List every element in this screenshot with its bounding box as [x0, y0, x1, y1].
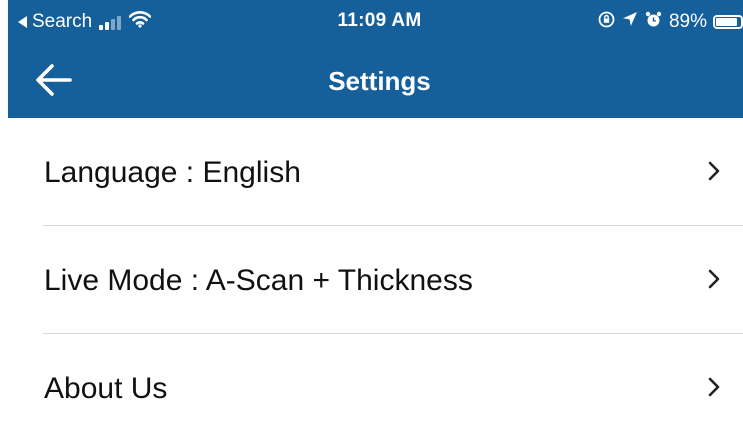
- battery-percent: 89%: [668, 11, 707, 32]
- settings-screen: Search 11:09 AM 89% Settings Language: …: [0, 0, 743, 441]
- settings-item-label: About Us: [44, 372, 168, 405]
- status-right-indicators: 89%: [591, 9, 743, 35]
- chevron-right-icon: [708, 269, 720, 289]
- chevron-right-icon: [708, 161, 720, 181]
- battery-level-fill: [716, 18, 738, 26]
- location-icon: [622, 11, 638, 33]
- settings-item-label: Language : English: [44, 156, 301, 189]
- alarm-icon: [645, 11, 662, 34]
- battery-icon: [713, 15, 743, 29]
- settings-item-label: Live Mode : A-Scan + Thickness: [44, 264, 473, 297]
- settings-item-language[interactable]: Language : English: [0, 118, 743, 226]
- nav-bar: Settings: [8, 44, 743, 118]
- settings-item-live-mode[interactable]: Live Mode : A-Scan + Thickness: [0, 226, 743, 334]
- chevron-right-icon: [708, 377, 720, 397]
- page-title: Settings: [328, 66, 431, 96]
- settings-list: Language : English Live Mode : A-Scan + …: [0, 118, 743, 441]
- status-bar: Search 11:09 AM 89%: [8, 0, 743, 44]
- app-header: Search 11:09 AM 89% Settings: [8, 0, 743, 118]
- settings-item-about-us[interactable]: About Us: [0, 334, 743, 441]
- orientation-lock-icon: [598, 11, 615, 34]
